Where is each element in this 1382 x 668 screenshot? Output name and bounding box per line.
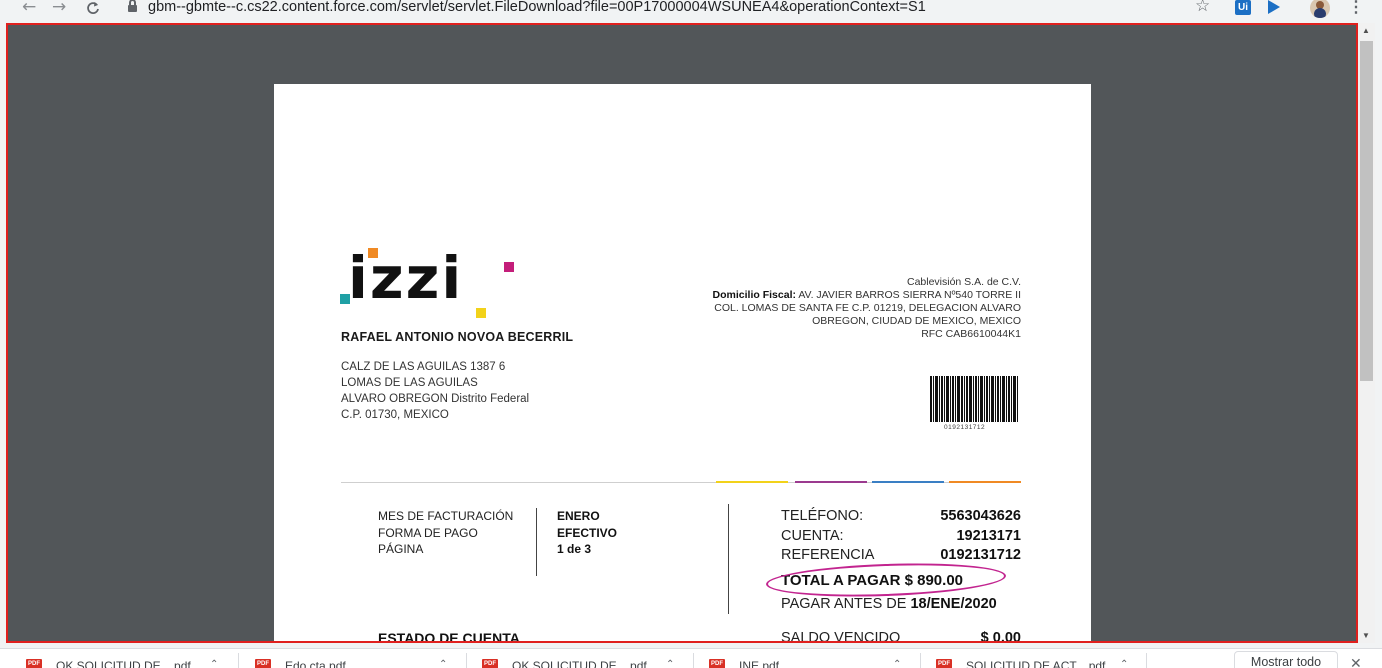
pdf-file-icon: PDF — [709, 659, 725, 668]
pdf-file-icon: PDF — [482, 659, 498, 668]
forward-arrow-icon[interactable]: → — [52, 0, 66, 17]
divider-magenta-accent — [795, 481, 867, 483]
url-text[interactable]: gbm--gbmte--c.cs22.content.force.com/ser… — [148, 0, 926, 15]
download-item[interactable]: PDF OK SOLICITUD DE....pdf ⌃ — [482, 649, 710, 668]
due-date-value: 18/ENE/2020 — [910, 596, 997, 612]
address-bar[interactable]: gbm--gbmte--c.cs22.content.force.com/ser… — [118, 0, 1218, 18]
billing-values: ENERO EFECTIVO 1 de 3 — [557, 508, 617, 558]
download-item[interactable]: PDF INE.pdf ⌃ — [709, 649, 937, 668]
chevron-up-icon[interactable]: ⌃ — [893, 659, 901, 668]
scrollbar-thumb[interactable] — [1360, 41, 1373, 381]
reference-value: 0192131712 — [940, 547, 1021, 563]
download-separator — [238, 653, 239, 668]
customer-address: CALZ DE LAS AGUILAS 1387 6 LOMAS DE LAS … — [341, 359, 529, 423]
divider-yellow-accent — [716, 481, 788, 483]
billing-labels: MES DE FACTURACIÓN FORMA DE PAGO PÁGINA — [378, 508, 513, 558]
reference-label: REFERENCIA — [781, 547, 875, 563]
page-value: 1 de 3 — [557, 542, 592, 556]
barcode-number: 0192131712 — [944, 424, 986, 431]
logo-yellow-square — [476, 308, 486, 318]
payment-method-label: FORMA DE PAGO — [378, 525, 478, 540]
billing-month-value: ENERO — [557, 509, 600, 523]
payment-method-value: EFECTIVO — [557, 525, 618, 540]
download-item[interactable]: PDF OK SOLICITUD DE....pdf ⌃ — [26, 649, 254, 668]
profile-avatar[interactable] — [1310, 0, 1330, 18]
fiscal-line1: AV. JAVIER BARROS SIERRA Nº540 TORRE II — [798, 289, 1021, 301]
logo-magenta-square — [504, 262, 514, 272]
reload-icon[interactable] — [86, 0, 100, 19]
overdue-row: SALDO VENCIDO $ 0.00 — [781, 630, 1021, 643]
address-line: LOMAS DE LAS AGUILAS — [341, 377, 478, 389]
fiscal-address-line: Domicilio Fiscal: AV. JAVIER BARROS SIER… — [601, 289, 1021, 302]
pdf-file-icon: PDF — [936, 659, 952, 668]
download-separator — [693, 653, 694, 668]
downloads-bar: PDF OK SOLICITUD DE....pdf ⌃ PDF Edo cta… — [0, 648, 1382, 668]
fiscal-line2: COL. LOMAS DE SANTA FE C.P. 01219, DELEG… — [714, 302, 1021, 314]
statement-title: ESTADO DE CUENTA — [378, 630, 520, 643]
download-item[interactable]: PDF Edo cta.pdf ⌃ — [255, 649, 483, 668]
uipath-extension-icon[interactable]: Ui — [1235, 0, 1251, 15]
company-rfc: RFC CAB6610044K1 — [921, 328, 1021, 340]
company-name: Cablevisión S.A. de C.V. — [906, 276, 1021, 288]
izzi-logo: izzi — [338, 244, 518, 318]
fiscal-line3: OBREGON, CIUDAD DE MEXICO, MEXICO — [812, 315, 1021, 327]
account-separator — [728, 504, 729, 614]
chevron-up-icon[interactable]: ⌃ — [1120, 659, 1128, 668]
download-separator — [466, 653, 467, 668]
billing-separator — [536, 508, 537, 576]
due-date-row: PAGAR ANTES DE 18/ENE/2020 — [781, 596, 997, 612]
download-separator — [1146, 653, 1147, 668]
address-line: ALVARO OBREGON Distrito Federal — [341, 393, 530, 405]
divider-orange-accent — [949, 481, 1021, 483]
customer-name: RAFAEL ANTONIO NOVOA BECERRIL — [341, 330, 574, 344]
scroll-down-icon[interactable]: ▼ — [1362, 631, 1370, 640]
pdf-page: izzi RAFAEL ANTONIO NOVOA BECERRIL CALZ … — [274, 84, 1091, 643]
pdf-viewer[interactable]: izzi RAFAEL ANTONIO NOVOA BECERRIL CALZ … — [6, 23, 1358, 643]
fiscal-label: Domicilio Fiscal: — [712, 289, 796, 301]
download-filename[interactable]: INE.pdf — [739, 659, 779, 668]
company-info: Cablevisión S.A. de C.V. Domicilio Fisca… — [601, 276, 1021, 341]
divider-blue-accent — [872, 481, 944, 483]
billing-month-label: MES DE FACTURACIÓN — [378, 509, 514, 523]
scroll-up-icon[interactable]: ▲ — [1362, 26, 1370, 35]
phone-value: 5563043626 — [940, 508, 1021, 524]
logo-teal-square — [340, 294, 350, 304]
address-line: C.P. 01730, MEXICO — [341, 409, 449, 421]
highlight-ellipse — [765, 559, 1007, 601]
barcode — [930, 376, 1018, 422]
account-label: CUENTA: — [781, 528, 844, 544]
chevron-up-icon[interactable]: ⌃ — [666, 659, 674, 668]
due-date-label: PAGAR ANTES DE — [781, 596, 907, 612]
download-separator — [920, 653, 921, 668]
download-item[interactable]: PDF SOLICITUD DE ACT....pdf ⌃ — [936, 649, 1164, 668]
play-extension-icon[interactable] — [1268, 0, 1280, 14]
address-line: CALZ DE LAS AGUILAS 1387 6 — [341, 361, 506, 373]
download-filename[interactable]: OK SOLICITUD DE....pdf — [56, 659, 191, 668]
logo-orange-square — [368, 248, 378, 258]
download-filename[interactable]: Edo cta.pdf — [285, 659, 346, 668]
pdf-file-icon: PDF — [26, 659, 42, 668]
page-label: PÁGINA — [378, 542, 424, 556]
show-all-downloads-button[interactable]: Mostrar todo — [1234, 651, 1338, 668]
download-filename[interactable]: SOLICITUD DE ACT....pdf — [966, 659, 1105, 668]
account-value: 19213171 — [956, 528, 1021, 544]
browser-toolbar: ← → gbm--gbmte--c.cs22.content.force.com… — [0, 0, 1382, 20]
izzi-logo-text: izzi — [348, 244, 464, 312]
pdf-file-icon: PDF — [255, 659, 271, 668]
browser-menu-icon[interactable]: ⋮ — [1348, 0, 1364, 17]
overdue-value: $ 0.00 — [980, 630, 1021, 643]
bookmark-star-icon[interactable]: ☆ — [1195, 0, 1210, 16]
close-downloads-icon[interactable]: ✕ — [1350, 655, 1362, 668]
back-arrow-icon[interactable]: ← — [22, 0, 36, 17]
vertical-scrollbar[interactable]: ▲ ▼ — [1358, 23, 1375, 643]
reload-glyph — [87, 2, 99, 14]
chevron-up-icon[interactable]: ⌃ — [210, 659, 218, 668]
chevron-up-icon[interactable]: ⌃ — [439, 659, 447, 668]
lock-icon — [128, 0, 137, 12]
phone-label: TELÉFONO: — [781, 508, 864, 524]
download-filename[interactable]: OK SOLICITUD DE....pdf — [512, 659, 647, 668]
overdue-label: SALDO VENCIDO — [781, 630, 901, 643]
